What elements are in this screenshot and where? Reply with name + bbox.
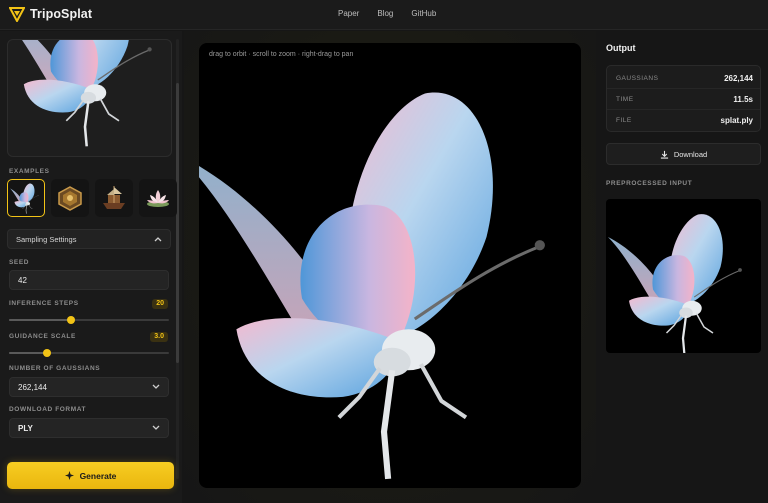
output-title: Output	[606, 43, 636, 53]
nav-link-paper[interactable]: Paper	[338, 9, 359, 18]
app-logo[interactable]: TripoSplat	[9, 6, 92, 22]
nav-link-blog[interactable]: Blog	[377, 9, 393, 18]
download-format-select[interactable]: PLY	[9, 418, 169, 438]
inference-steps-label: INFERENCE STEPS	[9, 300, 79, 307]
app-name: TripoSplat	[30, 7, 93, 21]
slider-fill	[9, 352, 48, 354]
divider	[607, 88, 760, 89]
guidance-scale-slider[interactable]	[9, 348, 169, 358]
butterfly-3d-render	[199, 43, 581, 488]
guidance-scale-value: 3.0	[150, 332, 168, 342]
slider-fill	[9, 319, 72, 321]
sidebar-scrollbar-thumb[interactable]	[176, 83, 179, 363]
download-label: Download	[673, 149, 708, 159]
ship-icon	[103, 186, 125, 209]
examples-label: EXAMPLES	[9, 168, 50, 175]
example-ornate-box[interactable]	[51, 179, 89, 217]
example-lotus[interactable]	[139, 179, 177, 217]
top-nav: Paper Blog GitHub	[338, 9, 436, 18]
sparkle-icon	[64, 471, 74, 480]
preprocessed-input-label: PREPROCESSED INPUT	[606, 180, 693, 187]
stat-value: 262,144	[724, 74, 753, 83]
inference-steps-slider[interactable]	[9, 315, 169, 325]
stat-time: TIME 11.5s	[616, 95, 753, 104]
viewer-controls-hint: drag to orbit · scroll to zoom · right-d…	[209, 51, 354, 58]
stat-value: splat.ply	[720, 116, 753, 125]
lotus-icon	[147, 190, 169, 207]
triposplat-logo-icon	[9, 7, 25, 22]
butterfly-input-image	[8, 40, 154, 148]
download-icon	[660, 150, 668, 159]
examples-gallery	[7, 179, 177, 217]
nav-link-github[interactable]: GitHub	[411, 9, 436, 18]
divider	[607, 109, 760, 110]
chevron-down-icon	[152, 384, 160, 389]
seed-label: SEED	[9, 259, 30, 266]
example-ship[interactable]	[95, 179, 133, 217]
download-button[interactable]: Download	[606, 143, 761, 165]
chevron-up-icon	[154, 237, 162, 242]
download-format-value: PLY	[18, 423, 33, 433]
input-image-preview[interactable]	[7, 39, 172, 157]
generate-button[interactable]: Generate	[7, 462, 174, 489]
butterfly-icon	[10, 183, 39, 214]
download-format-label: DOWNLOAD FORMAT	[9, 406, 87, 413]
generate-label: Generate	[79, 470, 117, 481]
sampling-settings-toggle[interactable]: Sampling Settings	[7, 229, 171, 249]
inference-steps-value: 20	[152, 299, 168, 309]
ornate-box-icon	[58, 186, 82, 211]
preprocessed-input-image	[606, 199, 761, 353]
sampling-settings-label: Sampling Settings	[16, 234, 77, 244]
example-butterfly[interactable]	[7, 179, 45, 217]
seed-input[interactable]: 42	[9, 270, 169, 290]
3d-viewer-canvas[interactable]: drag to orbit · scroll to zoom · right-d…	[199, 43, 581, 488]
slider-handle[interactable]	[43, 349, 52, 357]
seed-value: 42	[18, 275, 27, 285]
slider-handle[interactable]	[67, 316, 76, 324]
num-gaussians-value: 262,144	[18, 382, 47, 392]
chevron-down-icon	[152, 425, 160, 430]
butterfly-preprocessed-image	[608, 213, 743, 353]
stat-key: FILE	[616, 117, 632, 124]
stat-gaussians: GAUSSIANS 262,144	[616, 74, 753, 83]
guidance-scale-label: GUIDANCE SCALE	[9, 333, 76, 340]
stat-file: FILE splat.ply	[616, 116, 753, 125]
stat-key: TIME	[616, 96, 634, 103]
settings-sidebar: EXAMPLES Sampling Settings SEED 42 INFER…	[0, 31, 182, 503]
stat-key: GAUSSIANS	[616, 75, 659, 82]
output-panel: Output GAUSSIANS 262,144 TIME 11.5s FILE…	[597, 31, 768, 503]
stat-value: 11.5s	[733, 95, 753, 104]
output-stats: GAUSSIANS 262,144 TIME 11.5s FILE splat.…	[606, 65, 761, 132]
num-gaussians-select[interactable]: 262,144	[9, 377, 169, 397]
num-gaussians-label: NUMBER OF GAUSSIANS	[9, 365, 101, 372]
top-bar: TripoSplat Paper Blog GitHub	[0, 0, 768, 30]
